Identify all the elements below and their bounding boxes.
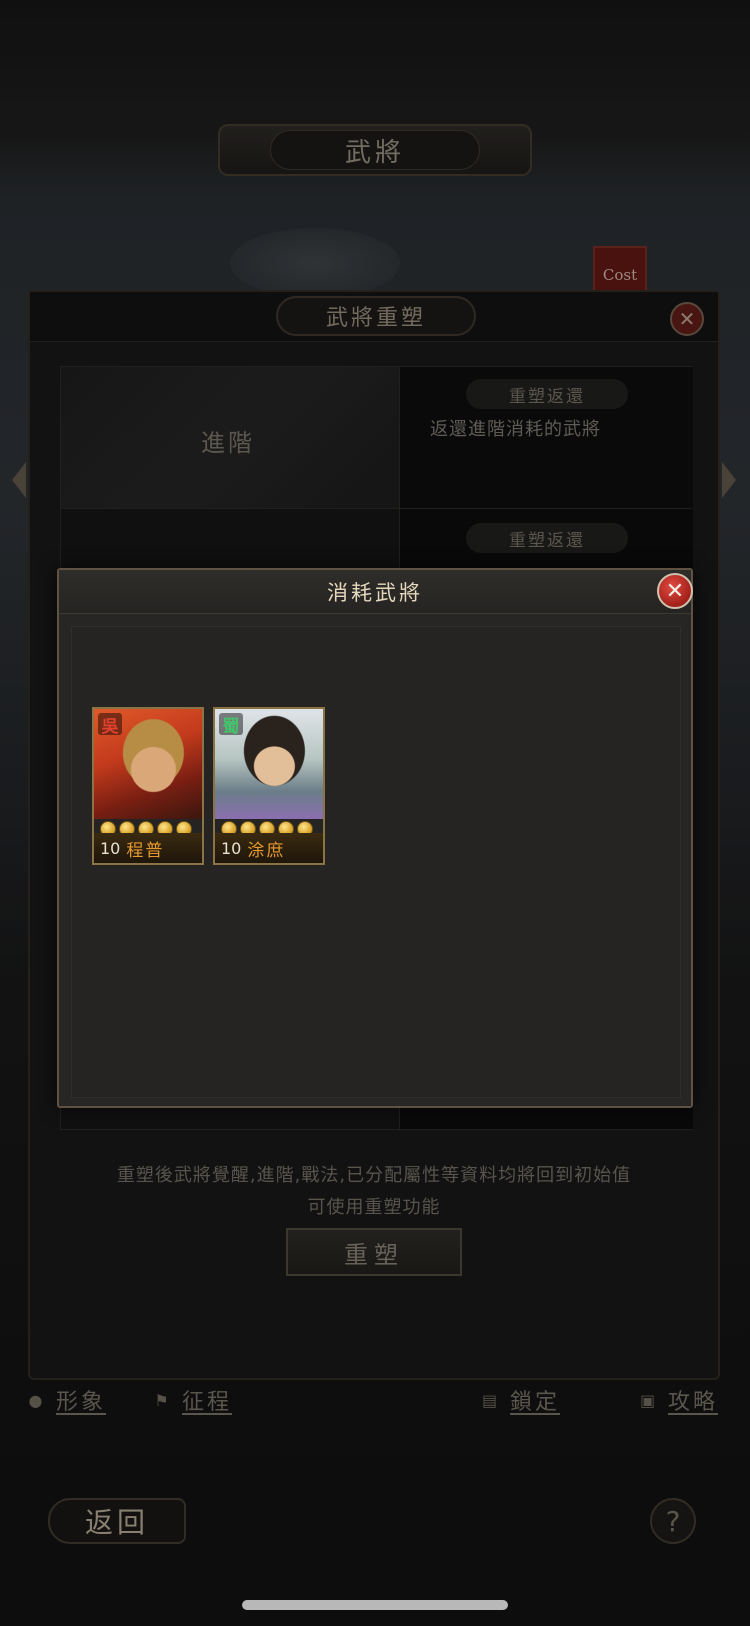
general-name: 涂庶 — [247, 840, 286, 861]
general-level: 10 — [100, 838, 121, 858]
consume-close-icon[interactable]: ✕ — [657, 573, 693, 609]
general-card-footer: 10 涂庶 — [215, 833, 323, 863]
general-card[interactable]: 蜀 10 涂庶 — [213, 707, 325, 865]
faction-badge: 蜀 — [219, 713, 243, 737]
general-name: 程普 — [126, 840, 165, 861]
home-indicator — [242, 1600, 508, 1610]
consume-dialog-title: 消耗武將 — [327, 580, 423, 605]
consume-generals-list: 吳 10 程普 蜀 10 涂庶 — [71, 626, 681, 1098]
faction-badge: 吳 — [98, 713, 122, 737]
general-card[interactable]: 吳 10 程普 — [92, 707, 204, 865]
general-card-footer: 10 程普 — [94, 833, 202, 863]
consume-dialog-header: 消耗武將 — [59, 570, 691, 614]
general-level: 10 — [221, 838, 242, 858]
consume-generals-dialog: 消耗武將 ✕ 吳 10 程普 蜀 10 涂庶 — [57, 568, 693, 1108]
